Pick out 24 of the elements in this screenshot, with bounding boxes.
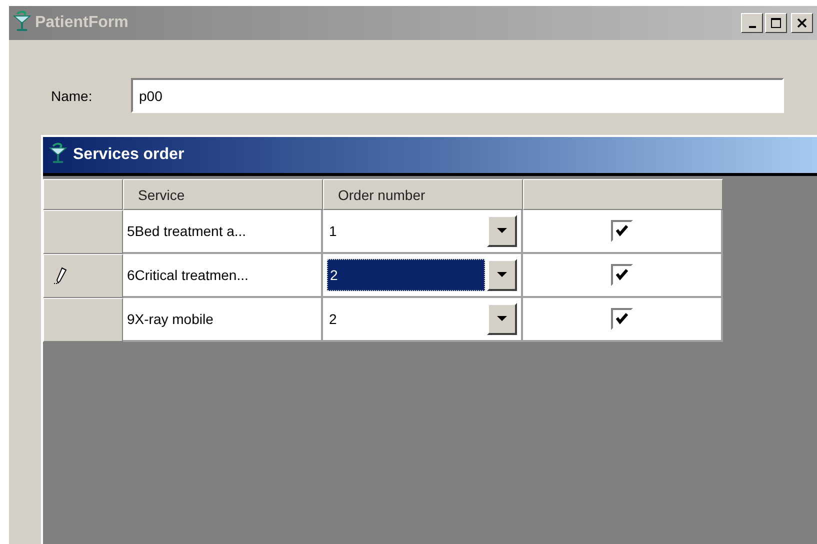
pencil-icon xyxy=(54,267,68,285)
checkmark-icon xyxy=(615,268,629,282)
app-logo-icon xyxy=(47,142,69,164)
window-title: PatientForm xyxy=(35,14,130,32)
minimize-icon xyxy=(748,26,756,28)
maximize-icon xyxy=(770,17,782,29)
checkmark-icon xyxy=(615,312,629,326)
checkmark-icon xyxy=(615,224,629,238)
column-header[interactable]: Order number xyxy=(323,179,523,210)
name-field[interactable]: p00 xyxy=(131,78,784,113)
panel-title: Services order xyxy=(73,146,184,164)
maximize-button[interactable] xyxy=(765,13,787,33)
row-header[interactable] xyxy=(43,254,123,298)
row-header[interactable] xyxy=(43,210,123,254)
column-header[interactable]: Service xyxy=(123,179,323,210)
table-cell: 5Bed treatment a... xyxy=(123,210,323,254)
name-label: Name: xyxy=(51,88,94,104)
table-cell: 6Critical treatmen... xyxy=(123,254,323,298)
close-button[interactable] xyxy=(791,13,813,33)
close-icon xyxy=(797,18,807,28)
table-cell: 9X-ray mobile xyxy=(123,298,323,342)
app-logo-icon xyxy=(11,10,33,32)
minimize-button[interactable] xyxy=(741,13,763,33)
row-header[interactable] xyxy=(43,298,123,342)
